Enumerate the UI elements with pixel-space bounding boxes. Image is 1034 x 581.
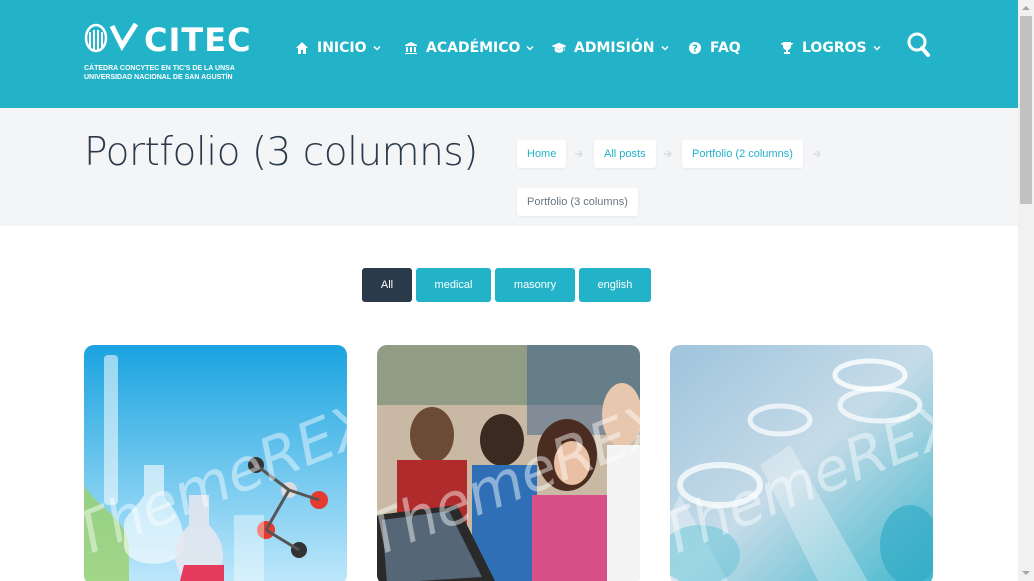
- logo-mark-icon: [84, 22, 139, 53]
- search-icon[interactable]: [906, 31, 930, 57]
- nav-item-admision[interactable]: ADMISIÓN: [552, 38, 669, 58]
- question-circle-icon: ?: [689, 42, 701, 55]
- scroll-down-arrow-icon[interactable]: [1018, 565, 1034, 581]
- portfolio-image-students: [377, 345, 640, 581]
- nav-item-faq[interactable]: ? FAQ: [688, 38, 741, 58]
- portfolio-image-lab-flasks: [84, 345, 347, 581]
- filter-english[interactable]: english: [579, 268, 651, 302]
- site-header: CITEC CÁTEDRA CONCYTEC EN TIC'S DE LA UN…: [0, 0, 1018, 111]
- trophy-icon: [781, 42, 793, 54]
- portfolio-item-1[interactable]: ThemeREX: [84, 345, 347, 581]
- arrow-right-icon: [664, 150, 673, 158]
- home-icon: [296, 42, 308, 54]
- logo-subtitle-line-2: UNIVERSIDAD NACIONAL DE SAN AGUSTÍN: [84, 74, 233, 81]
- breadcrumb-portfolio-2-columns[interactable]: Portfolio (2 columns): [682, 140, 803, 168]
- logo-wordmark: CITEC: [144, 21, 252, 59]
- filter-masonry[interactable]: masonry: [495, 268, 575, 302]
- chevron-down-icon: [373, 45, 381, 51]
- filter-medical[interactable]: medical: [416, 268, 491, 302]
- nav-label-inicio: INICIO: [317, 40, 367, 56]
- page-scrollbar[interactable]: [1018, 0, 1034, 581]
- scrollbar-thumb[interactable]: [1020, 16, 1032, 204]
- chevron-down-icon: [873, 45, 881, 51]
- arrow-right-icon: [813, 150, 822, 158]
- breadcrumb-current: Portfolio (3 columns): [517, 188, 638, 216]
- logo-subtitle-line-1: CÁTEDRA CONCYTEC EN TIC'S DE LA UNSA: [84, 65, 235, 72]
- page-title: Portfolio (3 columns): [84, 130, 478, 175]
- portfolio-image-test-tubes: [670, 345, 933, 581]
- portfolio-item-2[interactable]: ThemeREX: [377, 345, 640, 581]
- graduation-cap-icon: [552, 42, 566, 53]
- chevron-down-icon: [660, 45, 669, 51]
- nav-label-academico: ACADÉMICO: [426, 40, 521, 56]
- breadcrumb-all-posts[interactable]: All posts: [594, 140, 656, 168]
- nav-item-inicio[interactable]: INICIO: [295, 38, 381, 58]
- nav-label-faq: FAQ: [710, 40, 741, 56]
- site-logo[interactable]: CITEC CÁTEDRA CONCYTEC EN TIC'S DE LA UN…: [84, 22, 251, 82]
- arrow-right-icon: [575, 150, 584, 158]
- logo-subtitle: CÁTEDRA CONCYTEC EN TIC'S DE LA UNSA UNI…: [84, 64, 235, 82]
- breadcrumb-home[interactable]: Home: [517, 140, 567, 168]
- bank-icon: [405, 42, 417, 54]
- nav-label-admision: ADMISIÓN: [574, 40, 655, 56]
- svg-text:?: ?: [692, 44, 698, 55]
- filter-all[interactable]: All: [362, 268, 412, 302]
- nav-item-logros[interactable]: LOGROS: [780, 38, 881, 58]
- portfolio-item-3[interactable]: ThemeREX: [670, 345, 933, 581]
- nav-item-academico[interactable]: ACADÉMICO: [404, 38, 534, 58]
- chevron-down-icon: [526, 45, 534, 51]
- scroll-up-arrow-icon[interactable]: [1018, 0, 1034, 16]
- nav-label-logros: LOGROS: [802, 40, 867, 56]
